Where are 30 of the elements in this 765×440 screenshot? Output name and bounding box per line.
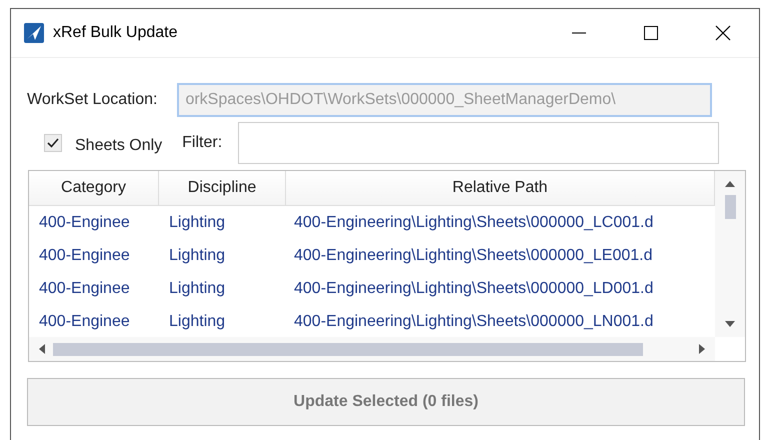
horizontal-scrollbar[interactable] xyxy=(29,337,715,361)
scroll-right-icon[interactable] xyxy=(699,344,707,354)
app-logo-icon xyxy=(24,23,44,43)
window-title: xRef Bulk Update xyxy=(53,24,178,42)
table-cell-text: Lighting xyxy=(168,280,226,298)
column-header[interactable]: Discipline xyxy=(159,171,286,205)
table-cell-text: 400-Engineering\Lighting\Sheets\000000_LD001.d xyxy=(293,280,654,298)
column-header[interactable]: Category xyxy=(29,171,159,205)
table-cell-text: Lighting xyxy=(168,312,226,330)
scroll-down-icon[interactable] xyxy=(725,321,735,329)
scroll-thumb[interactable] xyxy=(724,195,736,219)
table-cell-text: 400-Enginee xyxy=(38,246,131,264)
sheets-only-label: Sheets Only xyxy=(75,137,162,155)
vertical-scrollbar[interactable] xyxy=(715,171,745,337)
scroll-left-icon[interactable] xyxy=(37,344,45,354)
table-cell-text: 400-Engineering\Lighting\Sheets\000000_LN001.d xyxy=(293,312,654,330)
table-cell-text: 400-Engineering\Lighting\Sheets\000000_LE001.d xyxy=(293,246,654,264)
scroll-thumb[interactable] xyxy=(53,342,643,356)
table-cell-text: Lighting xyxy=(168,246,226,264)
scroll-up-icon[interactable] xyxy=(725,179,735,187)
workset-label: WorkSet Location: xyxy=(27,91,158,109)
table-cell-text: Lighting xyxy=(168,214,226,232)
filter-field[interactable] xyxy=(238,122,720,164)
checkmark-icon xyxy=(46,136,60,150)
filter-label: Filter: xyxy=(182,134,222,152)
table-cell-text: 400-Enginee xyxy=(38,214,131,232)
table-cell-text: 400-Enginee xyxy=(38,312,131,330)
table-cell-text: 400-Engineering\Lighting\Sheets\000000_LC001.d xyxy=(293,214,654,232)
table-cell-text: 400-Enginee xyxy=(38,280,131,298)
sheets-only-checkbox[interactable] xyxy=(44,134,62,152)
